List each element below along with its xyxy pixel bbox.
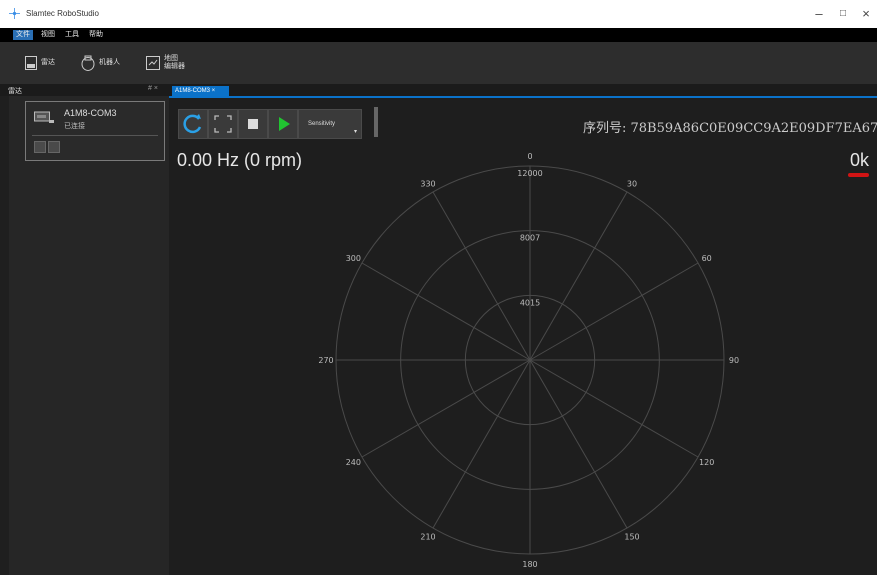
radar-angle-label: 60	[702, 254, 712, 263]
radar-polar-plot[interactable]: 0 30 60 90 120 150 180 210 240 270 300 330 12000 8007…	[169, 96, 877, 575]
radar-spoke	[529, 262, 699, 361]
menu-view[interactable]: 视图	[38, 30, 58, 40]
device-card[interactable]: A1M8-COM3 已连接	[25, 101, 165, 161]
map-editor-label-line1: 地图	[164, 55, 178, 62]
app-logo-icon	[9, 8, 20, 19]
radar-spoke	[432, 359, 531, 529]
minimize-button[interactable]: –	[808, 6, 830, 21]
robot-toolbar-label: 机器人	[99, 59, 120, 66]
panel-header-bar: 雷达 # ×	[0, 84, 877, 96]
radar-ring-label: 8007	[520, 234, 540, 243]
map-editor-label-line2: 编辑器	[164, 63, 185, 70]
menu-file[interactable]: 文件	[13, 30, 33, 40]
radar-angle-label: 150	[624, 533, 639, 542]
radar-spoke	[529, 359, 699, 458]
radar-angle-label: 0	[527, 152, 532, 161]
radar-spoke	[432, 191, 531, 361]
radar-spoke	[529, 359, 628, 529]
lidar-icon	[25, 56, 37, 70]
radar-angle-label: 330	[420, 179, 435, 188]
menu-help[interactable]: 帮助	[86, 30, 106, 40]
lidar-toolbar-label: 雷达	[41, 59, 55, 66]
title-bar: Slamtec RoboStudio – □ ×	[0, 0, 877, 28]
power-icon[interactable]	[34, 141, 46, 153]
device-name: A1M8-COM3	[64, 108, 117, 118]
lidar-panel-title: 雷达	[8, 88, 22, 95]
window-title: Slamtec RoboStudio	[26, 9, 99, 18]
panel-pin-close-controls[interactable]: # ×	[148, 85, 158, 92]
device-status: 已连接	[64, 123, 85, 130]
main-toolbar: 雷达 机器人 地图 编辑器	[0, 42, 877, 84]
device-card-divider	[32, 135, 158, 136]
menu-bar: 文件 视图 工具 帮助	[0, 28, 877, 42]
map-editor-icon	[146, 56, 160, 70]
radar-angle-label: 300	[346, 254, 361, 263]
lidar-toolbar-button[interactable]: 雷达	[25, 52, 55, 74]
radar-angle-label: 240	[346, 458, 361, 467]
close-button[interactable]: ×	[855, 6, 877, 21]
radar-angle-label: 30	[627, 179, 637, 188]
radar-angle-label: 120	[699, 458, 714, 467]
radar-angle-label: 180	[522, 560, 537, 569]
map-editor-toolbar-label: 地图 编辑器	[164, 55, 185, 71]
info-icon[interactable]	[48, 141, 60, 153]
radar-angle-label: 270	[318, 356, 333, 365]
map-editor-toolbar-button[interactable]: 地图 编辑器	[146, 52, 185, 74]
menu-tools[interactable]: 工具	[62, 30, 82, 40]
device-panel	[9, 96, 169, 575]
radar-angle-label: 90	[729, 356, 739, 365]
lidar-device-icon	[34, 111, 54, 123]
radar-ring-label: 12000	[517, 169, 542, 178]
maximize-button[interactable]: □	[832, 8, 854, 19]
radar-angle-label: 210	[420, 533, 435, 542]
robot-icon	[81, 55, 95, 71]
radar-spoke	[529, 191, 628, 361]
document-tab-a1m8[interactable]: A1M8-COM3 ×	[172, 86, 229, 96]
radar-spoke	[361, 359, 531, 458]
robot-toolbar-button[interactable]: 机器人	[81, 52, 120, 74]
radar-spoke	[361, 262, 531, 361]
radar-grid	[335, 165, 725, 555]
radar-ring-label: 4015	[520, 298, 540, 307]
